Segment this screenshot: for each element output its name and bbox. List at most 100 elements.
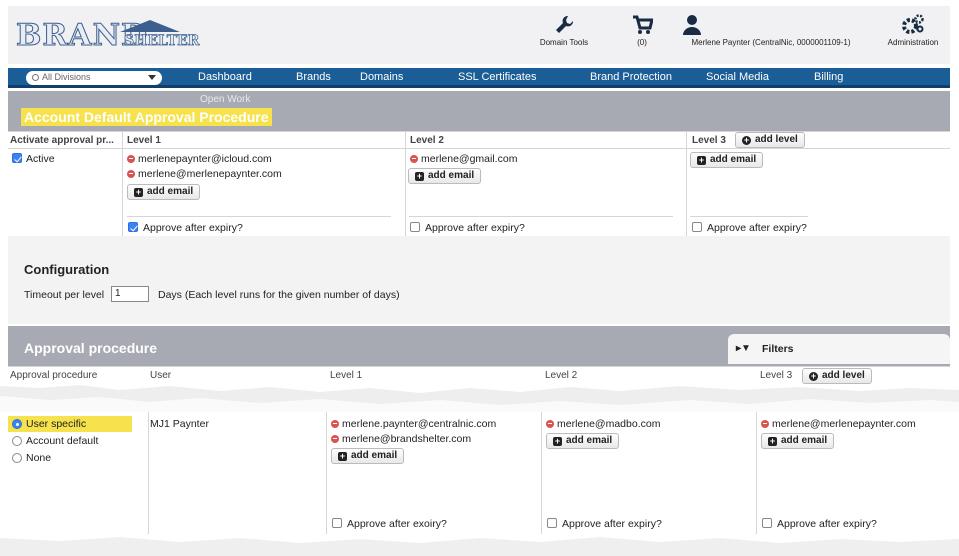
plus-circle-icon: + [742,135,751,145]
level1-email-item: merlene@merlenepaynter.com [127,168,282,180]
divider [8,131,950,132]
radio-user-specific-label: User specific [26,418,87,430]
plus-icon: + [415,171,424,181]
division-select[interactable]: All Divisions [26,71,162,85]
remove-icon[interactable] [127,169,135,178]
main-nav: All Divisions Dashboard Brands Domains S… [8,68,950,88]
approve-after-expiry-checkbox[interactable] [410,222,420,232]
divider [148,412,149,534]
wrench-icon [556,15,574,33]
user-name: Merlene Paynter (CentralNic, 0000001109-… [691,38,851,47]
level3-email-item: merlene@merlenepaynter.com [761,418,916,430]
torn-edge-graphic [0,537,959,556]
logo-text-sub: SHELTER [124,33,200,50]
torn-edge-graphic [0,385,959,412]
radio-none-label: None [26,452,52,464]
domain-tools-label: Domain Tools [539,38,589,47]
remove-icon[interactable] [410,154,418,163]
radio-user-specific[interactable] [12,419,22,429]
approve-after-expiry-label: Approve after expiry? [425,222,525,234]
approve-after-expiry-checkbox[interactable] [547,518,557,528]
approve-after-expiry-label: Approve after expiry? [777,518,877,530]
timeout-input[interactable]: 1 [111,286,149,302]
approval-procedure-title: Approval procedure [24,340,158,356]
remove-icon[interactable] [546,419,554,428]
user-menu[interactable]: Merlene Paynter (CentralNic, 0000001109-… [678,14,864,47]
plus-icon: + [768,436,777,446]
approve-after-expiry-checkbox[interactable] [762,518,772,528]
user-icon [683,15,701,35]
level2-email-item: merlene@gmail.com [410,153,517,165]
nav-brand-protection[interactable]: Brand Protection [590,71,672,83]
configuration-panel [8,236,950,324]
add-level-label: add level [755,134,798,145]
divider [8,148,950,149]
plus-icon: + [553,436,562,446]
filter-icon: ▸▼ [736,343,751,354]
filters-toggle[interactable]: ▸▼ Filters [728,334,950,364]
radio-none[interactable] [12,453,22,463]
add-email-button[interactable]: + add email [761,433,835,449]
divider [686,131,687,236]
divider [541,412,542,534]
administration-button[interactable]: Administration [880,14,946,47]
approve-after-expiry-checkbox[interactable] [128,222,138,232]
account-default-title: Account Default Approval Procedure [21,108,272,126]
remove-icon[interactable] [331,434,339,443]
level1-email-item: merlene.paynter@centralnic.com [331,418,496,430]
app-header: BRAND SHELTER Domain Tools (0) Merlene P… [8,6,950,64]
remove-icon[interactable] [331,419,339,428]
divider [756,412,757,534]
add-email-button[interactable]: + add email [127,184,201,200]
nav-ssl-certificates[interactable]: SSL Certificates [458,71,536,83]
nav-social-media[interactable]: Social Media [706,71,769,83]
nav-brands[interactable]: Brands [296,71,331,83]
col-level-2[interactable]: Level 2 [410,135,444,146]
gears-icon [902,14,924,34]
divider [122,131,123,236]
col-activate[interactable]: Activate approval pr... [10,135,114,146]
divider [690,216,808,217]
plus-icon: + [338,451,347,461]
user-cell: MJ1 Paynter [150,418,209,430]
col-level-1[interactable]: Level 1 [127,135,161,146]
logo-roof-icon [120,20,180,32]
add-email-button[interactable]: + add email [690,152,764,168]
level2-email-item: merlene@madbo.com [546,418,660,430]
divider [8,366,950,367]
divider [127,216,391,217]
approve-after-expiry-label: Approve after expiry? [143,222,243,234]
divider [409,216,673,217]
add-level-button[interactable]: + add level [735,132,805,148]
division-select-value: All Divisions [42,72,91,82]
search-icon [32,74,39,81]
domain-tools-button[interactable]: Domain Tools [534,14,594,47]
remove-icon[interactable] [761,419,769,428]
approve-after-expiry-checkbox[interactable] [692,222,702,232]
approve-after-expiry-checkbox[interactable] [332,518,342,528]
chevron-down-icon [148,75,156,80]
add-email-button[interactable]: + add email [408,168,482,184]
radio-account-default[interactable] [12,436,22,446]
divider [326,412,327,534]
col-level-3[interactable]: Level 3 [692,135,726,146]
plus-icon: + [134,187,143,197]
add-email-button[interactable]: + add email [331,448,405,464]
active-label: Active [26,153,55,165]
approve-after-expiry-label: Approve after exoiry? [347,518,447,530]
radio-account-default-label: Account default [26,435,99,447]
divider [405,131,406,236]
active-checkbox[interactable] [12,153,22,163]
approve-after-expiry-label: Approve after expiry? [707,222,807,234]
nav-domains[interactable]: Domains [360,71,403,83]
cart-button[interactable]: (0) [622,14,662,47]
nav-dashboard[interactable]: Dashboard [198,71,252,83]
nav-open-work[interactable]: Open Work [200,94,250,105]
timeout-label: Timeout per level [24,289,105,301]
approve-after-expiry-label: Approve after expiry? [562,518,662,530]
nav-billing[interactable]: Billing [814,71,843,83]
add-email-button[interactable]: + add email [546,433,620,449]
timeout-days-note: Days (Each level runs for the given numb… [158,289,400,301]
administration-label: Administration [887,38,939,47]
remove-icon[interactable] [127,154,135,163]
